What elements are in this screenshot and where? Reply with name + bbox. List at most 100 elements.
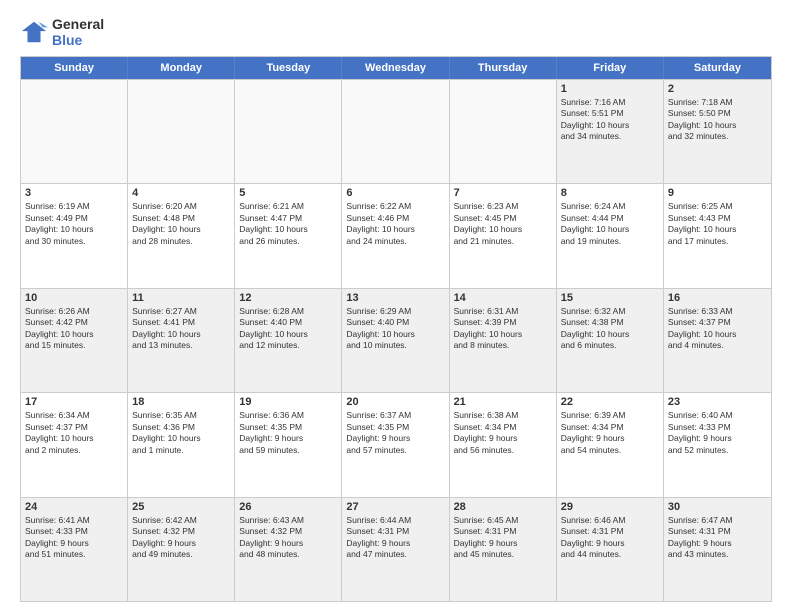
calendar-cell: 3 Sunrise: 6:19 AM Sunset: 4:49 PM Daylig… (21, 184, 128, 287)
day-number: 27 (346, 501, 444, 513)
day-info: Sunrise: 6:33 AM Sunset: 4:37 PM Dayligh… (668, 306, 767, 352)
day-number: 12 (239, 292, 337, 304)
calendar-header-cell: Saturday (664, 57, 771, 79)
logo-text: General Blue (52, 16, 104, 48)
header: General Blue (20, 16, 772, 48)
calendar-cell: 2 Sunrise: 7:18 AM Sunset: 5:50 PM Daylig… (664, 80, 771, 183)
day-number: 24 (25, 501, 123, 513)
calendar-body: 1 Sunrise: 7:16 AM Sunset: 5:51 PM Daylig… (21, 79, 771, 601)
day-info: Sunrise: 6:24 AM Sunset: 4:44 PM Dayligh… (561, 201, 659, 247)
calendar-cell: 25 Sunrise: 6:42 AM Sunset: 4:32 PM Dayli… (128, 498, 235, 601)
calendar-cell: 30 Sunrise: 6:47 AM Sunset: 4:31 PM Dayli… (664, 498, 771, 601)
calendar-cell: 29 Sunrise: 6:46 AM Sunset: 4:31 PM Dayli… (557, 498, 664, 601)
calendar-cell: 27Sunrise: 6:44 AM Sunset: 4:31 PM Dayli… (342, 498, 449, 601)
calendar-cell: 11 Sunrise: 6:27 AM Sunset: 4:41 PM Dayli… (128, 289, 235, 392)
day-info: Sunrise: 6:43 AM Sunset: 4:32 PM Dayligh… (239, 515, 337, 561)
day-info: Sunrise: 6:42 AM Sunset: 4:32 PM Dayligh… (132, 515, 230, 561)
day-number: 1 (561, 83, 659, 95)
day-info: Sunrise: 6:23 AM Sunset: 4:45 PM Dayligh… (454, 201, 552, 247)
calendar-header-cell: Thursday (450, 57, 557, 79)
day-info: Sunrise: 6:22 AM Sunset: 4:46 PM Dayligh… (346, 201, 444, 247)
calendar-cell: 6 Sunrise: 6:22 AM Sunset: 4:46 PM Daylig… (342, 184, 449, 287)
calendar-row: 1 Sunrise: 7:16 AM Sunset: 5:51 PM Daylig… (21, 79, 771, 183)
day-number: 20 (346, 396, 444, 408)
calendar-cell: 8 Sunrise: 6:24 AM Sunset: 4:44 PM Daylig… (557, 184, 664, 287)
day-number: 25 (132, 501, 230, 513)
calendar-header: SundayMondayTuesdayWednesdayThursdayFrid… (21, 57, 771, 79)
day-number: 15 (561, 292, 659, 304)
day-number: 21 (454, 396, 552, 408)
calendar-row: 24Sunrise: 6:41 AM Sunset: 4:33 PM Dayli… (21, 497, 771, 601)
day-number: 29 (561, 501, 659, 513)
calendar-row: 10Sunrise: 6:26 AM Sunset: 4:42 PM Dayli… (21, 288, 771, 392)
day-info: Sunrise: 6:20 AM Sunset: 4:48 PM Dayligh… (132, 201, 230, 247)
day-number: 7 (454, 187, 552, 199)
calendar-cell: 1 Sunrise: 7:16 AM Sunset: 5:51 PM Daylig… (557, 80, 664, 183)
day-number: 3 (25, 187, 123, 199)
day-number: 16 (668, 292, 767, 304)
calendar-header-cell: Sunday (21, 57, 128, 79)
day-number: 5 (239, 187, 337, 199)
day-number: 11 (132, 292, 230, 304)
day-number: 2 (668, 83, 767, 95)
calendar-cell: 19Sunrise: 6:36 AM Sunset: 4:35 PM Dayli… (235, 393, 342, 496)
day-info: Sunrise: 6:47 AM Sunset: 4:31 PM Dayligh… (668, 515, 767, 561)
calendar-cell: 12 Sunrise: 6:28 AM Sunset: 4:40 PM Dayli… (235, 289, 342, 392)
day-info: Sunrise: 6:31 AM Sunset: 4:39 PM Dayligh… (454, 306, 552, 352)
calendar-cell: 22Sunrise: 6:39 AM Sunset: 4:34 PM Dayli… (557, 393, 664, 496)
day-info: Sunrise: 6:36 AM Sunset: 4:35 PM Dayligh… (239, 410, 337, 456)
calendar-cell: 13Sunrise: 6:29 AM Sunset: 4:40 PM Dayli… (342, 289, 449, 392)
calendar-header-cell: Tuesday (235, 57, 342, 79)
calendar-cell: 4 Sunrise: 6:20 AM Sunset: 4:48 PM Daylig… (128, 184, 235, 287)
day-info: Sunrise: 6:35 AM Sunset: 4:36 PM Dayligh… (132, 410, 230, 456)
calendar-row: 17 Sunrise: 6:34 AM Sunset: 4:37 PM Dayli… (21, 392, 771, 496)
logo: General Blue (20, 16, 104, 48)
day-number: 8 (561, 187, 659, 199)
calendar-header-cell: Monday (128, 57, 235, 79)
calendar-cell: 7 Sunrise: 6:23 AM Sunset: 4:45 PM Daylig… (450, 184, 557, 287)
calendar-cell (450, 80, 557, 183)
calendar-cell: 5Sunrise: 6:21 AM Sunset: 4:47 PM Daylig… (235, 184, 342, 287)
day-number: 30 (668, 501, 767, 513)
day-number: 13 (346, 292, 444, 304)
day-number: 6 (346, 187, 444, 199)
day-info: Sunrise: 6:25 AM Sunset: 4:43 PM Dayligh… (668, 201, 767, 247)
day-number: 22 (561, 396, 659, 408)
calendar-cell: 10Sunrise: 6:26 AM Sunset: 4:42 PM Dayli… (21, 289, 128, 392)
day-number: 18 (132, 396, 230, 408)
calendar-cell: 20Sunrise: 6:37 AM Sunset: 4:35 PM Dayli… (342, 393, 449, 496)
calendar-cell (128, 80, 235, 183)
calendar-cell (235, 80, 342, 183)
calendar-cell: 21Sunrise: 6:38 AM Sunset: 4:34 PM Dayli… (450, 393, 557, 496)
day-info: Sunrise: 6:34 AM Sunset: 4:37 PM Dayligh… (25, 410, 123, 456)
day-info: Sunrise: 6:28 AM Sunset: 4:40 PM Dayligh… (239, 306, 337, 352)
calendar-cell: 14 Sunrise: 6:31 AM Sunset: 4:39 PM Dayli… (450, 289, 557, 392)
day-info: Sunrise: 7:18 AM Sunset: 5:50 PM Dayligh… (668, 97, 767, 143)
day-number: 9 (668, 187, 767, 199)
day-info: Sunrise: 6:45 AM Sunset: 4:31 PM Dayligh… (454, 515, 552, 561)
day-info: Sunrise: 6:26 AM Sunset: 4:42 PM Dayligh… (25, 306, 123, 352)
calendar-cell: 15 Sunrise: 6:32 AM Sunset: 4:38 PM Dayli… (557, 289, 664, 392)
calendar-header-cell: Wednesday (342, 57, 449, 79)
calendar-cell: 23 Sunrise: 6:40 AM Sunset: 4:33 PM Dayli… (664, 393, 771, 496)
calendar: SundayMondayTuesdayWednesdayThursdayFrid… (20, 56, 772, 602)
day-info: Sunrise: 6:40 AM Sunset: 4:33 PM Dayligh… (668, 410, 767, 456)
calendar-cell: 18 Sunrise: 6:35 AM Sunset: 4:36 PM Dayli… (128, 393, 235, 496)
day-info: Sunrise: 6:32 AM Sunset: 4:38 PM Dayligh… (561, 306, 659, 352)
calendar-header-cell: Friday (557, 57, 664, 79)
day-info: Sunrise: 6:27 AM Sunset: 4:41 PM Dayligh… (132, 306, 230, 352)
day-info: Sunrise: 6:46 AM Sunset: 4:31 PM Dayligh… (561, 515, 659, 561)
calendar-cell: 28Sunrise: 6:45 AM Sunset: 4:31 PM Dayli… (450, 498, 557, 601)
day-number: 14 (454, 292, 552, 304)
calendar-cell: 16 Sunrise: 6:33 AM Sunset: 4:37 PM Dayli… (664, 289, 771, 392)
logo-icon (20, 18, 48, 46)
page: General Blue SundayMondayTuesdayWednesda… (0, 0, 792, 612)
calendar-cell: 24Sunrise: 6:41 AM Sunset: 4:33 PM Dayli… (21, 498, 128, 601)
calendar-cell (342, 80, 449, 183)
day-number: 17 (25, 396, 123, 408)
day-info: Sunrise: 7:16 AM Sunset: 5:51 PM Dayligh… (561, 97, 659, 143)
day-number: 23 (668, 396, 767, 408)
day-info: Sunrise: 6:19 AM Sunset: 4:49 PM Dayligh… (25, 201, 123, 247)
calendar-cell: 9 Sunrise: 6:25 AM Sunset: 4:43 PM Daylig… (664, 184, 771, 287)
day-number: 4 (132, 187, 230, 199)
